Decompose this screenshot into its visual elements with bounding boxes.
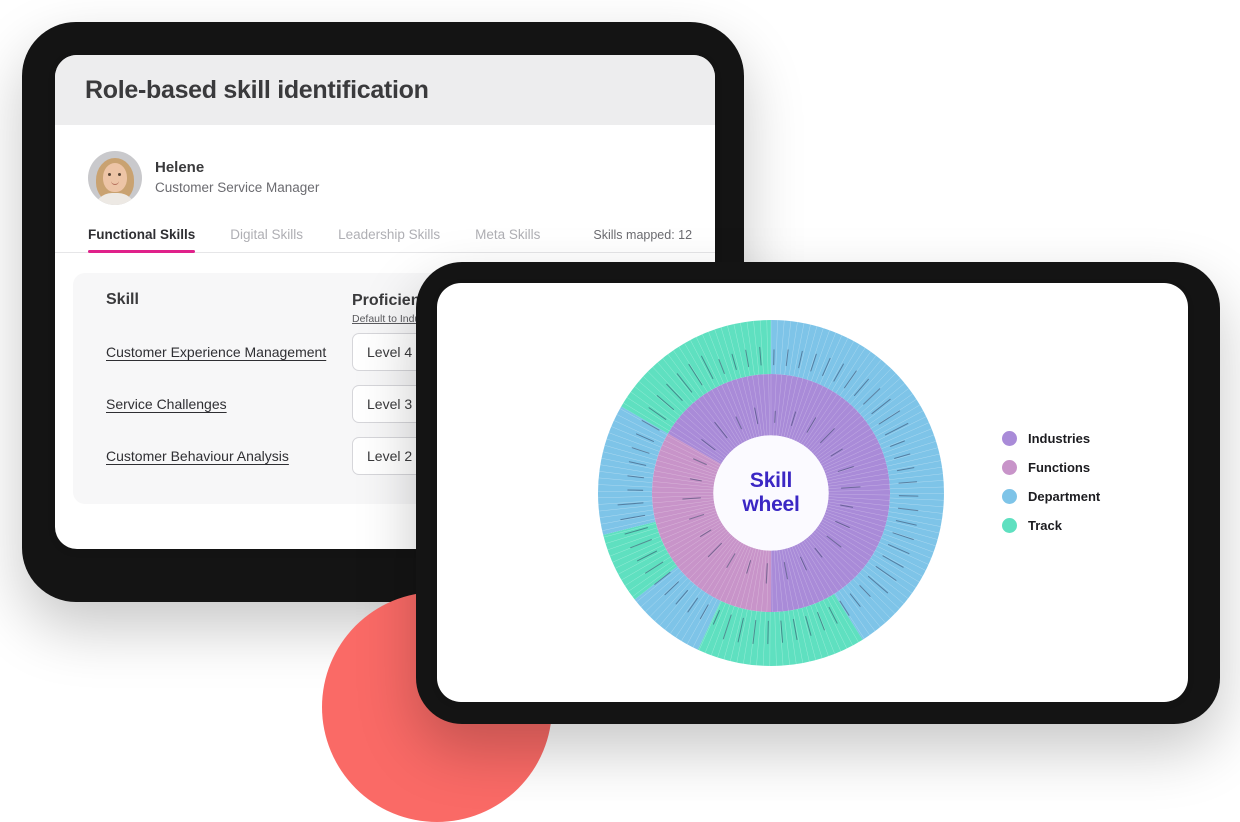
legend-label: Department [1028,489,1101,504]
avatar [88,151,142,205]
sunburst-svg [598,320,944,666]
skill-wheel-panel: Skill wheel Industries Functions Departm… [437,283,1188,702]
tab-bar: Functional Skills Digital Skills Leaders… [55,227,715,253]
skill-wheel-chart[interactable]: Skill wheel [585,287,957,699]
wheel-center-hole [713,435,829,551]
legend-swatch-icon [1002,431,1017,446]
page-title: Role-based skill identification [85,75,429,104]
legend-item-track[interactable]: Track [1002,518,1100,533]
legend-swatch-icon [1002,518,1017,533]
tab-leadership-skills[interactable]: Leadership Skills [338,227,440,252]
legend-label: Functions [1028,460,1091,475]
legend-swatch-icon [1002,460,1017,475]
profile-name: Helene [155,159,205,177]
legend-label: Track [1028,518,1062,533]
profile-block: Helene Customer Service Manager [55,125,715,205]
skills-panel-header: Role-based skill identification [55,55,715,125]
legend-swatch-icon [1002,489,1017,504]
tab-meta-skills[interactable]: Meta Skills [475,227,540,252]
tab-functional-skills[interactable]: Functional Skills [88,227,196,253]
tab-digital-skills[interactable]: Digital Skills [230,227,303,252]
legend-item-industries[interactable]: Industries [1002,431,1100,446]
skills-mapped-count: Skills mapped: 12 [593,228,693,242]
profile-role: Customer Service Manager [155,179,320,195]
skill-link[interactable]: Customer Experience Management [106,344,352,360]
legend-item-department[interactable]: Department [1002,489,1100,504]
skill-link[interactable]: Service Challenges [106,396,352,412]
legend-label: Industries [1028,431,1091,446]
chart-legend: Industries Functions Department Track [1002,431,1100,533]
legend-item-functions[interactable]: Functions [1002,460,1100,475]
skill-link[interactable]: Customer Behaviour Analysis [106,448,352,464]
screenshot-stage: Role-based skill identification Helene C… [0,0,1240,822]
sunburst-micro-label [774,410,776,423]
column-header-skill: Skill [106,291,139,308]
